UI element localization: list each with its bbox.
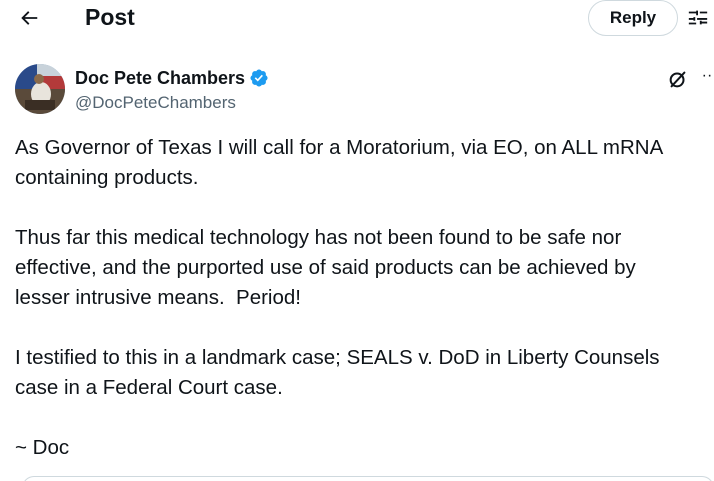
author-name-row: Doc Pete Chambers xyxy=(75,67,269,89)
tweet-text: As Governor of Texas I will call for a M… xyxy=(15,133,705,463)
back-button[interactable] xyxy=(12,2,46,34)
post-header: Post Reply xyxy=(0,0,714,36)
grok-icon xyxy=(669,71,686,88)
filter-button[interactable] xyxy=(684,4,712,32)
tweet-line: Thus far this medical technology has not… xyxy=(15,226,622,249)
tweet-line: case in a Federal Court case. xyxy=(15,376,283,399)
author-row: Doc Pete Chambers @DocPeteChambers ·· xyxy=(15,64,712,116)
tweet-line: As Governor of Texas I will call for a M… xyxy=(15,136,664,159)
more-options-button[interactable]: ·· xyxy=(695,64,714,88)
sliders-icon xyxy=(688,10,708,25)
author-name[interactable]: Doc Pete Chambers xyxy=(75,67,245,89)
page-title: Post xyxy=(85,4,135,30)
tweet-line: lesser intrusive means. Period! xyxy=(15,286,301,309)
tweet-line: containing products. xyxy=(15,166,199,189)
avatar[interactable] xyxy=(15,64,65,114)
reply-button[interactable]: Reply xyxy=(588,0,678,36)
author-handle[interactable]: @DocPeteChambers xyxy=(75,92,236,114)
avatar-image xyxy=(15,64,65,114)
verified-badge-icon xyxy=(250,69,268,87)
more-dots-icon: ·· xyxy=(701,67,713,84)
arrow-left-icon xyxy=(21,11,38,25)
tweet-line: I testified to this in a landmark case; … xyxy=(15,346,660,369)
reply-composer-edge xyxy=(22,476,714,481)
grok-button[interactable] xyxy=(667,68,689,90)
tweet-line: effective, and the purported use of said… xyxy=(15,256,636,279)
tweet-line: ~ Doc xyxy=(15,436,70,459)
